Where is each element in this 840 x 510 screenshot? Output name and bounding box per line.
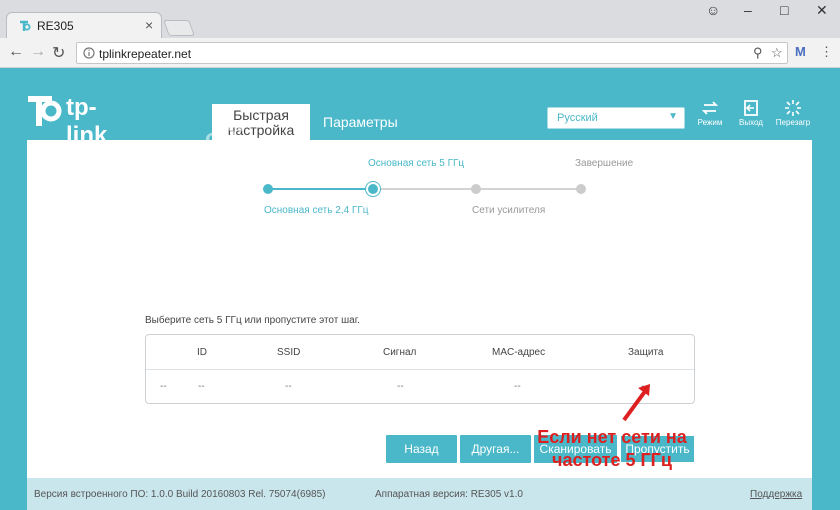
wizard-prompt: Выберите сеть 5 ГГц или пропустите этот … bbox=[145, 315, 360, 326]
table-cell: -- bbox=[285, 381, 292, 392]
col-header-id: ID bbox=[197, 347, 207, 358]
close-window-icon[interactable]: ✕ bbox=[816, 2, 828, 19]
col-header-mac: MAC-адрес bbox=[492, 347, 546, 358]
logout-icon bbox=[744, 100, 758, 116]
back-icon[interactable]: ← bbox=[8, 43, 24, 61]
reboot-icon bbox=[785, 100, 801, 116]
step-dot-finish bbox=[576, 184, 586, 194]
step-dot-24ghz bbox=[263, 184, 273, 194]
annotation-line1: Если нет сети на bbox=[537, 427, 687, 447]
step-label-finish: Завершение bbox=[575, 158, 634, 169]
step-dot-extender bbox=[471, 184, 481, 194]
router-page: tp-link Быстрая настройка Параметры Русс… bbox=[0, 68, 840, 510]
browser-tab[interactable]: RE305 × bbox=[6, 12, 162, 38]
reboot-button[interactable]: Перезагр bbox=[773, 99, 813, 127]
col-header-security: Защита bbox=[628, 347, 664, 358]
col-header-signal: Сигнал bbox=[383, 347, 417, 358]
step-dot-5ghz bbox=[368, 184, 378, 194]
step-label-5ghz: Основная сеть 5 ГГц bbox=[368, 158, 465, 169]
language-value: Русский bbox=[557, 112, 598, 124]
profile-icon[interactable]: ☺ bbox=[706, 2, 720, 18]
star-icon[interactable]: ☆ bbox=[771, 45, 783, 61]
annotation-text: Если нет сети на частоте 5 ГГц bbox=[520, 426, 704, 472]
table-cell: -- bbox=[397, 381, 404, 392]
tplink-logo: tp-link bbox=[26, 90, 136, 149]
maximize-icon[interactable]: □ bbox=[780, 2, 788, 18]
menu-icon[interactable]: ⋮ bbox=[820, 44, 833, 60]
step-label-extender: Сети усилителя bbox=[472, 205, 546, 216]
col-header-ssid: SSID bbox=[277, 347, 301, 358]
reload-icon[interactable]: ↻ bbox=[52, 43, 65, 63]
progress-line-done bbox=[268, 188, 373, 190]
mode-label: Режим bbox=[697, 118, 723, 127]
browser-toolbar: ← → ↻ tplinkrepeater.net ⚲ ☆ M ⋮ bbox=[0, 38, 840, 68]
language-select[interactable]: Русский ▼ bbox=[547, 107, 685, 129]
page-info-icon[interactable] bbox=[83, 46, 95, 60]
step-label-24ghz: Основная сеть 2,4 ГГц bbox=[264, 205, 369, 216]
key-icon[interactable]: ⚲ bbox=[753, 45, 763, 61]
minimize-icon[interactable]: – bbox=[744, 2, 752, 18]
table-cell: -- bbox=[160, 381, 167, 392]
address-bar[interactable]: tplinkrepeater.net ⚲ ☆ bbox=[76, 42, 788, 64]
firmware-version: Версия встроенного ПО: 1.0.0 Build 20160… bbox=[34, 489, 326, 500]
back-button[interactable]: Назад bbox=[386, 435, 457, 463]
mode-button[interactable]: Режим bbox=[690, 99, 730, 127]
table-cell: -- bbox=[514, 381, 521, 392]
network-table: ID SSID Сигнал MAC-адрес Защита -- -- --… bbox=[145, 334, 695, 404]
red-arrow-icon bbox=[622, 384, 650, 422]
tplink-logo-icon bbox=[28, 96, 62, 126]
gmail-icon[interactable]: M bbox=[795, 44, 806, 59]
support-link[interactable]: Поддержка bbox=[750, 489, 802, 500]
reboot-label: Перезагр bbox=[775, 118, 811, 127]
logout-button[interactable]: Выход bbox=[731, 99, 771, 127]
tab-close-icon[interactable]: × bbox=[145, 17, 153, 33]
annotation-line2: частоте 5 ГГц bbox=[552, 450, 672, 470]
logout-label: Выход bbox=[739, 118, 763, 127]
url-text[interactable]: tplinkrepeater.net bbox=[99, 47, 191, 61]
footer: Версия встроенного ПО: 1.0.0 Build 20160… bbox=[27, 478, 812, 510]
tplink-favicon-icon bbox=[20, 20, 31, 31]
hardware-version: Аппаратная версия: RE305 v1.0 bbox=[375, 489, 523, 500]
new-tab-button[interactable] bbox=[163, 20, 195, 36]
browser-titlebar: RE305 × ☺ – □ ✕ bbox=[0, 0, 840, 38]
chevron-down-icon: ▼ bbox=[668, 111, 678, 122]
tab-parameters[interactable]: Параметры bbox=[323, 114, 398, 130]
tab-title: RE305 bbox=[37, 19, 74, 33]
forward-icon[interactable]: → bbox=[30, 43, 46, 61]
table-divider bbox=[146, 369, 694, 370]
table-cell: -- bbox=[198, 381, 205, 392]
mode-icon bbox=[701, 101, 719, 115]
